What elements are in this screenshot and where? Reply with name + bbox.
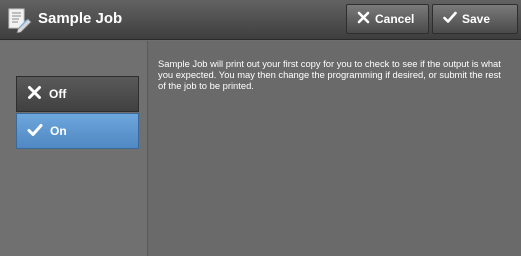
title-bar: Sample Job Cancel Save [0,0,521,40]
document-edit-icon [7,7,33,34]
x-icon [27,85,49,103]
description-panel: Sample Job will print out your first cop… [147,41,521,256]
check-icon [27,123,50,140]
description-text: Sample Job will print out your first cop… [158,58,501,91]
close-icon [357,11,375,27]
check-icon [443,11,462,27]
option-off-label: Off [49,87,67,101]
cancel-button[interactable]: Cancel [346,4,429,34]
save-button-label: Save [462,12,491,26]
cancel-button-label: Cancel [375,12,415,26]
save-button[interactable]: Save [432,4,518,34]
option-on-label: On [50,124,67,138]
option-on-button[interactable]: On [16,113,139,149]
page-title: Sample Job [38,10,123,27]
option-off-button[interactable]: Off [16,76,139,112]
options-column: Off On [0,41,147,256]
